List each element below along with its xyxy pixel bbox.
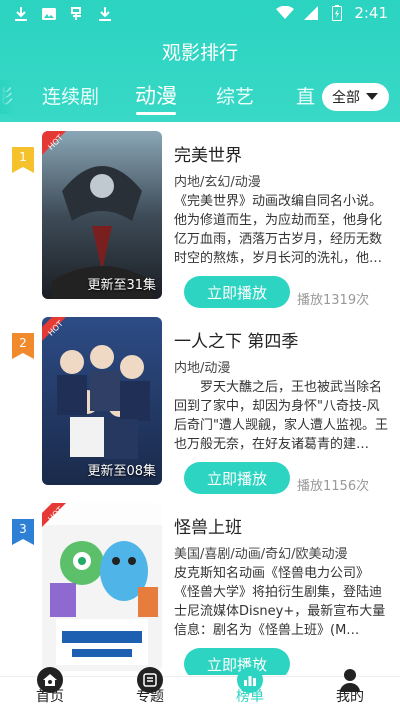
page-title: 观影排行 — [161, 42, 238, 64]
hot-badge: HOT — [42, 317, 82, 357]
item-description: 罗天大醮之后，王也被武当除名回到了家中，却因为身怀"八奇技-风后奇门"遭人觊觎，… — [174, 380, 388, 452]
nav-label: 榜单 — [236, 689, 264, 705]
tab-variety[interactable]: 综艺 — [216, 82, 254, 109]
rank-badge: 2 — [12, 333, 34, 359]
nav-label: 我的 — [336, 689, 364, 705]
rank-badge: 3 — [12, 519, 34, 545]
image-icon — [40, 5, 58, 23]
play-button[interactable]: 立即播放 — [184, 648, 290, 675]
battery-charging-icon — [328, 4, 346, 22]
header: 2:41 观影排行 影 连续剧 动漫 综艺 直 全部 — [0, 0, 400, 122]
item-title: 一人之下 第四季 — [174, 332, 299, 352]
item-tags: 内地/动漫 — [174, 361, 231, 376]
hot-badge: HOT — [42, 131, 82, 171]
nav-label: 专题 — [136, 689, 164, 705]
download-icon — [96, 5, 114, 23]
nav-profile[interactable]: 我的 — [300, 669, 400, 711]
episode-label: 更新至31集 — [87, 278, 156, 293]
status-bar: 2:41 — [0, 0, 400, 28]
item-tags: 美国/喜剧/动画/奇幻/欧美动漫 — [174, 547, 348, 562]
nav-topics[interactable]: 专题 — [100, 667, 200, 711]
nav-label: 首页 — [36, 689, 64, 705]
item-tags: 内地/玄幻/动漫 — [174, 175, 261, 190]
play-button[interactable]: 立即播放 — [184, 276, 290, 308]
item-title: 怪兽上班 — [174, 518, 242, 538]
poster-image[interactable]: HOT — [42, 503, 162, 671]
wifi-icon — [276, 4, 295, 22]
tab-live[interactable]: 直 — [296, 82, 315, 109]
nav-home[interactable]: 首页 — [0, 667, 100, 711]
item-title: 完美世界 — [174, 146, 242, 166]
list-item[interactable]: 1 HOT 更新至31集 完美世界 内地/玄幻/动漫 《完美世界》动画改编自同名… — [0, 131, 400, 317]
item-description: 皮克斯知名动画《怪兽电力公司》《怪兽大学》将拍衍生剧集，登陆迪士尼流媒体Disn… — [174, 566, 386, 638]
poster-image[interactable]: HOT 更新至08集 — [42, 317, 162, 485]
caret-down-icon — [366, 89, 378, 105]
rank-badge: 1 — [12, 147, 34, 173]
play-button[interactable]: 立即播放 — [184, 462, 290, 494]
tab-series[interactable]: 连续剧 — [42, 82, 99, 109]
hot-badge: HOT — [42, 503, 82, 543]
tab-active-indicator — [136, 112, 176, 115]
ranking-list: 1 HOT 更新至31集 完美世界 内地/玄幻/动漫 《完美世界》动画改编自同名… — [0, 122, 400, 675]
list-item[interactable]: 3 HOT 怪兽上班 美国/喜剧/动画/奇幻/欧美动漫 皮克斯知名动画《怪兽电力… — [0, 503, 400, 675]
bottom-navigation: 首页 专题 榜单 我的 — [0, 667, 400, 711]
status-time: 2:41 — [354, 4, 388, 22]
signal-icon — [302, 4, 320, 22]
tabs-fade — [0, 80, 16, 114]
filter-label: 全部 — [332, 90, 360, 106]
app-notification-icon — [68, 5, 86, 23]
download-icon — [12, 5, 30, 23]
filter-dropdown[interactable]: 全部 — [322, 83, 389, 111]
play-count: 播放1319次 — [297, 293, 370, 308]
tab-anime[interactable]: 动漫 — [135, 80, 177, 110]
episode-label: 更新至08集 — [87, 464, 156, 479]
nav-rankings[interactable]: 榜单 — [200, 667, 300, 711]
poster-image[interactable]: HOT 更新至31集 — [42, 131, 162, 299]
list-item[interactable]: 2 HOT 更新至08集 一人之下 第四季 内地/动漫 罗天大醮之后，王也被武当… — [0, 317, 400, 503]
play-count: 播放1156次 — [297, 479, 370, 494]
item-description: 《完美世界》动画改编自同名小说。他为修道而生，为应劫而至，他身化亿万血雨，洒落万… — [174, 194, 383, 266]
